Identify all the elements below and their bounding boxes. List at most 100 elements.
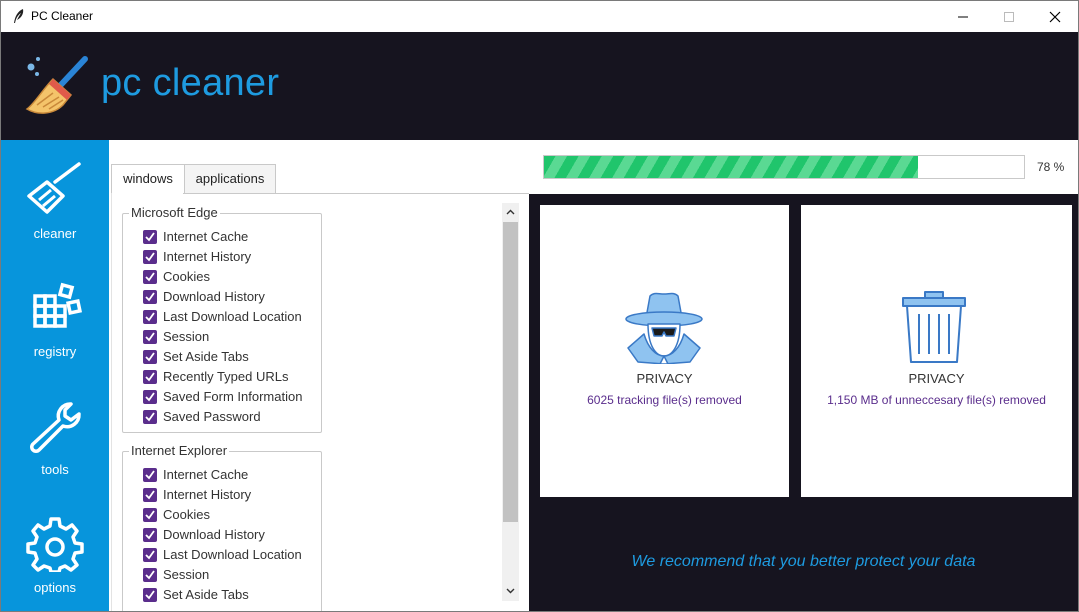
checkbox-label: Download History — [163, 289, 265, 304]
checkbox[interactable] — [143, 270, 157, 284]
checkbox-label: Recently Typed URLs — [163, 369, 289, 384]
broom-icon — [27, 162, 81, 214]
checkbox[interactable] — [143, 290, 157, 304]
checkbox[interactable] — [143, 508, 157, 522]
results-panel: PRIVACY 6025 tracking file(s) removed PR… — [529, 194, 1078, 611]
check-icon — [145, 312, 155, 322]
checkbox-label: Internet Cache — [163, 229, 249, 244]
window-title: PC Cleaner — [31, 9, 94, 23]
minimize-button[interactable] — [940, 1, 986, 32]
tab-content: Microsoft Edge Internet Cache Internet H… — [111, 193, 528, 611]
progress-fill — [544, 156, 919, 178]
app-header: pc cleaner — [1, 32, 1078, 140]
check-icon — [145, 292, 155, 302]
check-icon — [145, 590, 155, 600]
checkbox[interactable] — [143, 588, 157, 602]
card-title: PRIVACY — [908, 371, 965, 386]
sidebar-item-options[interactable]: options — [1, 494, 109, 611]
broom-logo-icon — [25, 56, 88, 114]
checkbox-label: Last Download Location — [163, 547, 302, 562]
check-icon — [145, 470, 155, 480]
checkbox-label: Session — [163, 329, 210, 344]
tab-panel: windows applications Microsoft Edge Inte… — [109, 140, 529, 611]
check-icon — [145, 252, 155, 262]
tab-applications[interactable]: applications — [184, 164, 276, 193]
checkbox-label: Internet Cache — [163, 467, 249, 482]
card-description: 6025 tracking file(s) removed — [587, 393, 742, 407]
checkbox[interactable] — [143, 468, 157, 482]
checkbox-label: Internet History — [163, 249, 252, 264]
sidebar-item-tools[interactable]: tools — [1, 376, 109, 494]
sidebar-item-label: options — [34, 580, 76, 595]
feather-icon — [14, 9, 24, 23]
close-icon — [1049, 11, 1061, 23]
checkbox-label: Internet History — [163, 487, 252, 502]
checkbox-label: Session — [163, 567, 210, 582]
brand-name: pc cleaner — [101, 62, 280, 104]
check-icon — [145, 530, 155, 540]
checkbox[interactable] — [143, 568, 157, 582]
checkbox[interactable] — [143, 310, 157, 324]
title-bar: PC Cleaner — [1, 1, 1078, 32]
minimize-icon — [958, 16, 968, 18]
registry-blocks-icon — [33, 282, 83, 328]
maximize-button[interactable] — [986, 1, 1032, 32]
checkbox[interactable] — [143, 528, 157, 542]
privacy-card-files: PRIVACY 1,150 MB of unneccesary file(s) … — [801, 205, 1072, 497]
sidebar-item-label: tools — [41, 462, 69, 477]
check-icon — [145, 352, 155, 362]
sidebar-item-registry[interactable]: registry — [1, 258, 109, 376]
group-microsoft-edge: Microsoft Edge Internet Cache Internet H… — [122, 205, 322, 433]
spy-icon — [625, 292, 703, 364]
check-icon — [145, 232, 155, 242]
chevron-up-icon[interactable] — [505, 207, 516, 218]
checkbox[interactable] — [143, 370, 157, 384]
tab-windows[interactable]: windows — [111, 164, 185, 193]
app-window: PC Cleaner pc cleaner cleaner registry t… — [0, 0, 1079, 612]
checkbox-label: Cookies — [163, 269, 210, 284]
scrollbar-thumb[interactable] — [503, 222, 518, 522]
checkbox-label: Saved Form Information — [163, 389, 303, 404]
checkbox[interactable] — [143, 488, 157, 502]
sidebar-item-label: cleaner — [33, 226, 77, 241]
card-title: PRIVACY — [636, 371, 693, 386]
checkbox[interactable] — [143, 230, 157, 244]
checkbox[interactable] — [143, 410, 157, 424]
check-icon — [145, 412, 155, 422]
checkbox-label: Saved Password — [163, 409, 261, 424]
check-icon — [145, 490, 155, 500]
checkbox[interactable] — [143, 250, 157, 264]
sidebar-item-cleaner[interactable]: cleaner — [1, 140, 109, 258]
trash-icon — [902, 291, 966, 363]
check-icon — [145, 550, 155, 560]
checkbox[interactable] — [143, 548, 157, 562]
maximize-icon — [1004, 12, 1014, 22]
wrench-icon — [30, 402, 81, 453]
checkbox[interactable] — [143, 330, 157, 344]
group-title: Microsoft Edge — [129, 205, 220, 220]
checkbox-label: Cookies — [163, 507, 210, 522]
vertical-scrollbar[interactable] — [502, 203, 519, 601]
check-icon — [145, 372, 155, 382]
check-icon — [145, 510, 155, 520]
progress-bar — [543, 155, 1025, 179]
checkbox-label: Set Aside Tabs — [163, 349, 249, 364]
close-button[interactable] — [1032, 1, 1078, 32]
sidebar: cleaner registry tools options — [1, 140, 109, 611]
group-title: Internet Explorer — [129, 443, 230, 458]
check-icon — [145, 570, 155, 580]
checkbox-label: Download History — [163, 527, 265, 542]
progress-area: 78 % — [529, 140, 1078, 194]
check-icon — [145, 272, 155, 282]
checkbox[interactable] — [143, 390, 157, 404]
card-description: 1,150 MB of unneccesary file(s) removed — [827, 393, 1046, 407]
checkbox[interactable] — [143, 350, 157, 364]
check-icon — [145, 392, 155, 402]
gear-icon — [26, 517, 84, 572]
progress-percent: 78 % — [1037, 160, 1065, 174]
sidebar-item-label: registry — [33, 344, 77, 359]
chevron-down-icon[interactable] — [505, 585, 516, 596]
check-icon — [145, 332, 155, 342]
checkbox-label: Set Aside Tabs — [163, 587, 249, 602]
privacy-card-tracking: PRIVACY 6025 tracking file(s) removed — [540, 205, 789, 497]
